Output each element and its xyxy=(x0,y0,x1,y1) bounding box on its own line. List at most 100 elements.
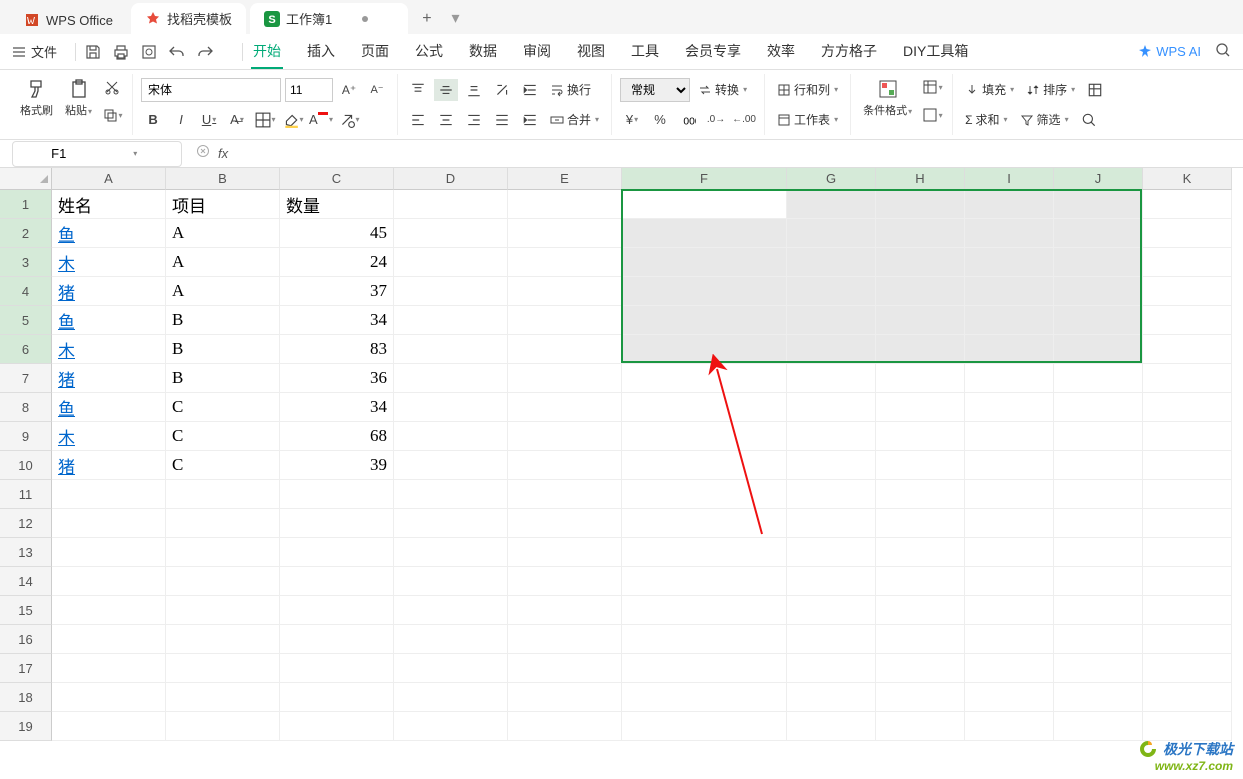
menu-item-0[interactable]: 开始 xyxy=(251,35,283,69)
strikethrough-icon[interactable]: A̶▾ xyxy=(225,109,249,131)
cell[interactable] xyxy=(166,625,280,654)
cell[interactable] xyxy=(166,654,280,683)
cell[interactable] xyxy=(622,625,787,654)
freeze-icon[interactable] xyxy=(1083,79,1107,101)
cell[interactable] xyxy=(622,422,787,451)
col-header[interactable]: F xyxy=(622,168,787,190)
cell[interactable] xyxy=(787,248,876,277)
row-header[interactable]: 17 xyxy=(0,654,52,683)
orientation-icon[interactable] xyxy=(490,79,514,101)
row-header[interactable]: 16 xyxy=(0,625,52,654)
cell[interactable] xyxy=(1054,596,1143,625)
cell[interactable] xyxy=(622,596,787,625)
cell[interactable] xyxy=(280,654,394,683)
fx-icon[interactable]: fx xyxy=(218,146,228,161)
cell[interactable] xyxy=(508,219,622,248)
cell[interactable] xyxy=(1143,654,1232,683)
format-painter-button[interactable]: 格式刷 xyxy=(16,76,57,120)
cell[interactable] xyxy=(876,712,965,741)
cell[interactable] xyxy=(876,335,965,364)
cell[interactable] xyxy=(965,480,1054,509)
font-name-select[interactable] xyxy=(141,78,281,102)
cell[interactable]: 项目 xyxy=(166,190,280,219)
cell[interactable]: C xyxy=(166,451,280,480)
cell[interactable] xyxy=(1054,567,1143,596)
cell[interactable] xyxy=(508,480,622,509)
cell[interactable] xyxy=(52,596,166,625)
cell[interactable] xyxy=(52,654,166,683)
menu-item-7[interactable]: 工具 xyxy=(629,35,661,69)
cell[interactable] xyxy=(394,509,508,538)
cell[interactable] xyxy=(1054,509,1143,538)
cell[interactable] xyxy=(965,306,1054,335)
paste-button[interactable]: 粘贴▾ xyxy=(61,76,96,120)
cell[interactable] xyxy=(1143,190,1232,219)
cell[interactable] xyxy=(1143,335,1232,364)
cell[interactable]: A xyxy=(166,248,280,277)
cell[interactable] xyxy=(876,248,965,277)
cell[interactable] xyxy=(622,567,787,596)
cell[interactable] xyxy=(508,451,622,480)
cell[interactable] xyxy=(508,306,622,335)
cell[interactable] xyxy=(1143,393,1232,422)
cell[interactable] xyxy=(394,712,508,741)
cell[interactable] xyxy=(965,219,1054,248)
row-header[interactable]: 12 xyxy=(0,509,52,538)
cell[interactable] xyxy=(787,596,876,625)
cell[interactable] xyxy=(394,306,508,335)
cell[interactable] xyxy=(876,190,965,219)
row-header[interactable]: 8 xyxy=(0,393,52,422)
align-middle-icon[interactable] xyxy=(434,79,458,101)
row-header[interactable]: 10 xyxy=(0,451,52,480)
select-all-corner[interactable] xyxy=(0,168,52,190)
undo-icon[interactable] xyxy=(168,43,186,61)
menu-item-8[interactable]: 会员专享 xyxy=(683,35,743,69)
row-header[interactable]: 5 xyxy=(0,306,52,335)
increase-decimal-icon[interactable]: ←.00 xyxy=(732,109,756,131)
cond-format-button[interactable]: 条件格式▾ xyxy=(859,76,916,120)
cell[interactable] xyxy=(876,219,965,248)
cell[interactable]: 68 xyxy=(280,422,394,451)
cell[interactable] xyxy=(876,364,965,393)
cell[interactable]: 木 xyxy=(52,422,166,451)
cell[interactable] xyxy=(787,625,876,654)
italic-icon[interactable]: I xyxy=(169,109,193,131)
cell[interactable] xyxy=(622,277,787,306)
clear-format-icon[interactable]: ▾ xyxy=(337,109,361,131)
cell[interactable]: 数量 xyxy=(280,190,394,219)
cell[interactable] xyxy=(1143,567,1232,596)
cell[interactable] xyxy=(1054,538,1143,567)
cell[interactable] xyxy=(508,567,622,596)
cell[interactable] xyxy=(508,335,622,364)
cell[interactable] xyxy=(1054,683,1143,712)
font-color-icon[interactable]: A▾ xyxy=(309,109,333,131)
rows-cols-button[interactable]: 行和列▾ xyxy=(773,79,842,100)
cell[interactable]: B xyxy=(166,306,280,335)
cell[interactable] xyxy=(394,596,508,625)
cell[interactable] xyxy=(508,596,622,625)
cell[interactable] xyxy=(876,596,965,625)
cell[interactable] xyxy=(1054,335,1143,364)
underline-icon[interactable]: U▾ xyxy=(197,109,221,131)
cell[interactable] xyxy=(876,683,965,712)
cell[interactable] xyxy=(876,625,965,654)
cell[interactable] xyxy=(965,683,1054,712)
find-icon[interactable] xyxy=(1077,109,1101,131)
search-icon[interactable] xyxy=(1215,42,1231,61)
fill-button[interactable]: 填充▾ xyxy=(961,79,1018,100)
bold-icon[interactable]: B xyxy=(141,109,165,131)
cell[interactable] xyxy=(622,712,787,741)
cell[interactable] xyxy=(876,480,965,509)
fill-color-icon[interactable]: ▾ xyxy=(281,109,305,131)
cell[interactable] xyxy=(965,654,1054,683)
cell[interactable] xyxy=(965,190,1054,219)
menu-item-5[interactable]: 审阅 xyxy=(521,35,553,69)
cell[interactable] xyxy=(166,712,280,741)
cell[interactable]: B xyxy=(166,364,280,393)
cell[interactable] xyxy=(1143,306,1232,335)
menu-item-3[interactable]: 公式 xyxy=(413,35,445,69)
decrease-font-icon[interactable]: A⁻ xyxy=(365,79,389,101)
col-header[interactable]: D xyxy=(394,168,508,190)
row-header[interactable]: 3 xyxy=(0,248,52,277)
cell[interactable] xyxy=(280,480,394,509)
